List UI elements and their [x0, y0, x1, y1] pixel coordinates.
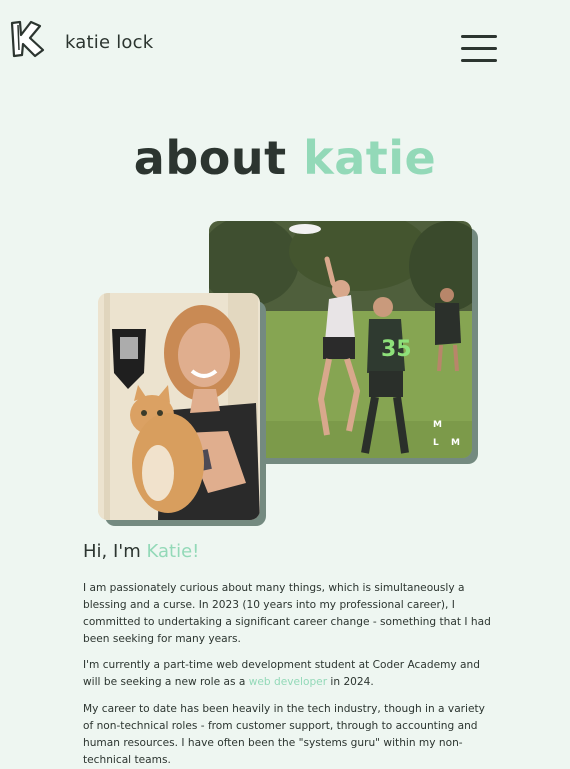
svg-text:L: L	[433, 438, 439, 448]
bio-paragraph-1: I am passionately curious about many thi…	[83, 582, 491, 645]
page-title-dark: about	[133, 131, 287, 185]
web-developer-link[interactable]: web developer	[249, 676, 327, 688]
hamburger-line	[461, 59, 497, 62]
bio-paragraph-3: My career to date has been heavily in th…	[83, 703, 485, 766]
page-title-accent: katie	[303, 131, 437, 185]
greeting-name: Katie!	[146, 541, 200, 562]
bio-paragraph-2: I'm currently a part-time web developmen…	[83, 657, 493, 691]
site-name[interactable]: katie lock	[65, 32, 153, 53]
bio-paragraph-2-after: in 2024.	[330, 676, 374, 688]
site-header: katie lock	[0, 0, 570, 90]
site-logo[interactable]	[9, 20, 47, 58]
svg-text:M: M	[451, 438, 460, 448]
greeting-heading: Hi, I'm Katie!	[83, 541, 199, 562]
svg-text:M: M	[433, 420, 442, 430]
hamburger-line	[461, 35, 497, 38]
page-title: about katie	[0, 128, 570, 188]
hamburger-line	[461, 47, 497, 50]
cat-photo-art	[98, 293, 260, 520]
greeting-prefix: Hi, I'm	[83, 541, 141, 562]
k-logo-icon	[10, 20, 45, 58]
cat-photo	[98, 293, 260, 520]
svg-text:35: 35	[381, 337, 412, 362]
hamburger-menu-icon[interactable]	[461, 35, 497, 63]
